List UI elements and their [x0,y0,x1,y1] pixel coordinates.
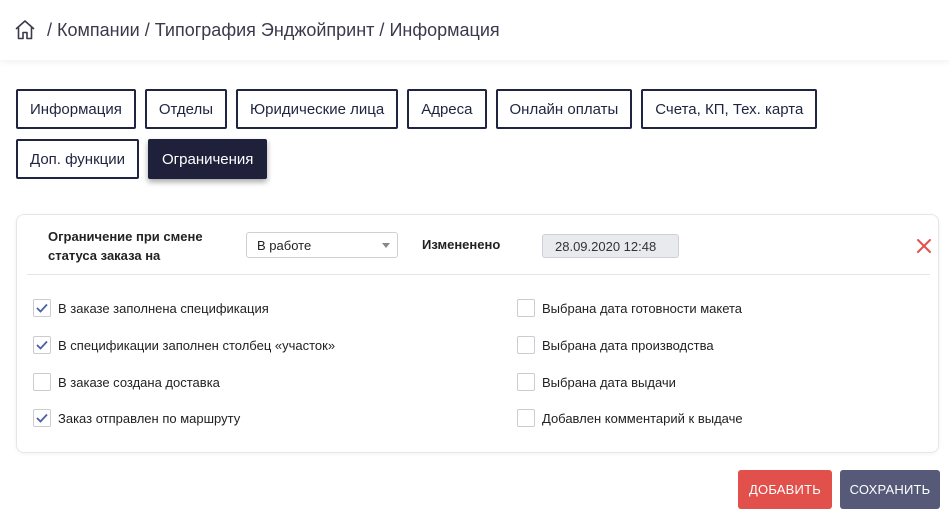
option-issue-comment[interactable]: Добавлен комментарий к выдаче [517,409,743,427]
save-button[interactable]: СОХРАНИТЬ [840,470,940,509]
checkbox[interactable] [517,299,535,317]
option-label: Выбрана дата производства [542,337,714,353]
tab-addresses[interactable]: Адреса [407,89,487,129]
restriction-card: Ограничение при смене статуса заказа на … [16,214,939,453]
breadcrumb: / Компании / Типография Энджойпринт / Ин… [14,19,500,41]
checkbox[interactable] [33,373,51,391]
option-delivery-created[interactable]: В заказе создана доставка [33,373,220,391]
checkbox[interactable] [517,373,535,391]
changed-label: Измененено [422,237,501,252]
option-issue-date[interactable]: Выбрана дата выдачи [517,373,676,391]
breadcrumb-separator: / [47,19,53,40]
checkbox[interactable] [517,409,535,427]
check-icon [36,413,48,423]
option-section-column-filled[interactable]: В спецификации заполнен столбец «участок… [33,336,335,354]
changed-date-field: 28.09.2020 12:48 [542,234,679,258]
tab-info[interactable]: Информация [16,89,136,129]
option-layout-date[interactable]: Выбрана дата готовности макета [517,299,742,317]
check-icon [36,340,48,350]
option-sent-by-route[interactable]: Заказ отправлен по маршруту [33,409,240,427]
tab-extra-functions[interactable]: Доп. функции [16,139,139,179]
tab-bar: Информация Отделы Юридические лица Адрес… [16,89,940,179]
option-label: В спецификации заполнен столбец «участок… [58,337,336,353]
option-label: Выбрана дата готовности макета [542,300,743,316]
checkbox[interactable] [33,299,51,317]
tab-online-payments[interactable]: Онлайн оплаты [495,89,633,129]
breadcrumb-companies[interactable]: Компании [57,20,140,41]
restriction-header: Ограничение при смене статуса заказа на … [27,215,931,275]
tab-departments[interactable]: Отделы [144,89,228,129]
status-select[interactable]: В работе [246,232,398,258]
status-select-value: В работе [257,237,312,253]
option-label: В заказе создана доставка [58,374,220,390]
tab-restrictions[interactable]: Ограничения [148,139,268,179]
close-icon[interactable] [914,236,934,256]
option-production-date[interactable]: Выбрана дата производства [517,336,714,354]
top-bar: / Компании / Типография Энджойпринт / Ин… [0,0,950,60]
option-label: Заказ отправлен по маршруту [58,410,241,426]
option-label: В заказе заполнена спецификация [58,300,269,316]
checkbox[interactable] [33,336,51,354]
divider [269,142,270,182]
option-specification-filled[interactable]: В заказе заполнена спецификация [33,299,269,317]
check-icon [36,303,48,313]
tab-invoices[interactable]: Счета, КП, Тех. карта [641,89,818,129]
add-button[interactable]: ДОБАВИТЬ [738,470,832,509]
chevron-down-icon [382,243,390,248]
breadcrumb-current: Информация [389,19,500,40]
option-label: Выбрана дата выдачи [542,374,676,390]
breadcrumb-separator: / [379,19,385,40]
checkbox[interactable] [33,409,51,427]
home-icon[interactable] [14,19,36,41]
tab-legal-entities[interactable]: Юридические лица [236,89,399,129]
option-label: Добавлен комментарий к выдаче [542,410,743,426]
restriction-label: Ограничение при смене статуса заказа на [48,229,203,263]
breadcrumb-separator: / [144,19,150,40]
checkbox[interactable] [517,336,535,354]
breadcrumb-company[interactable]: Типография Энджойпринт [155,20,375,41]
